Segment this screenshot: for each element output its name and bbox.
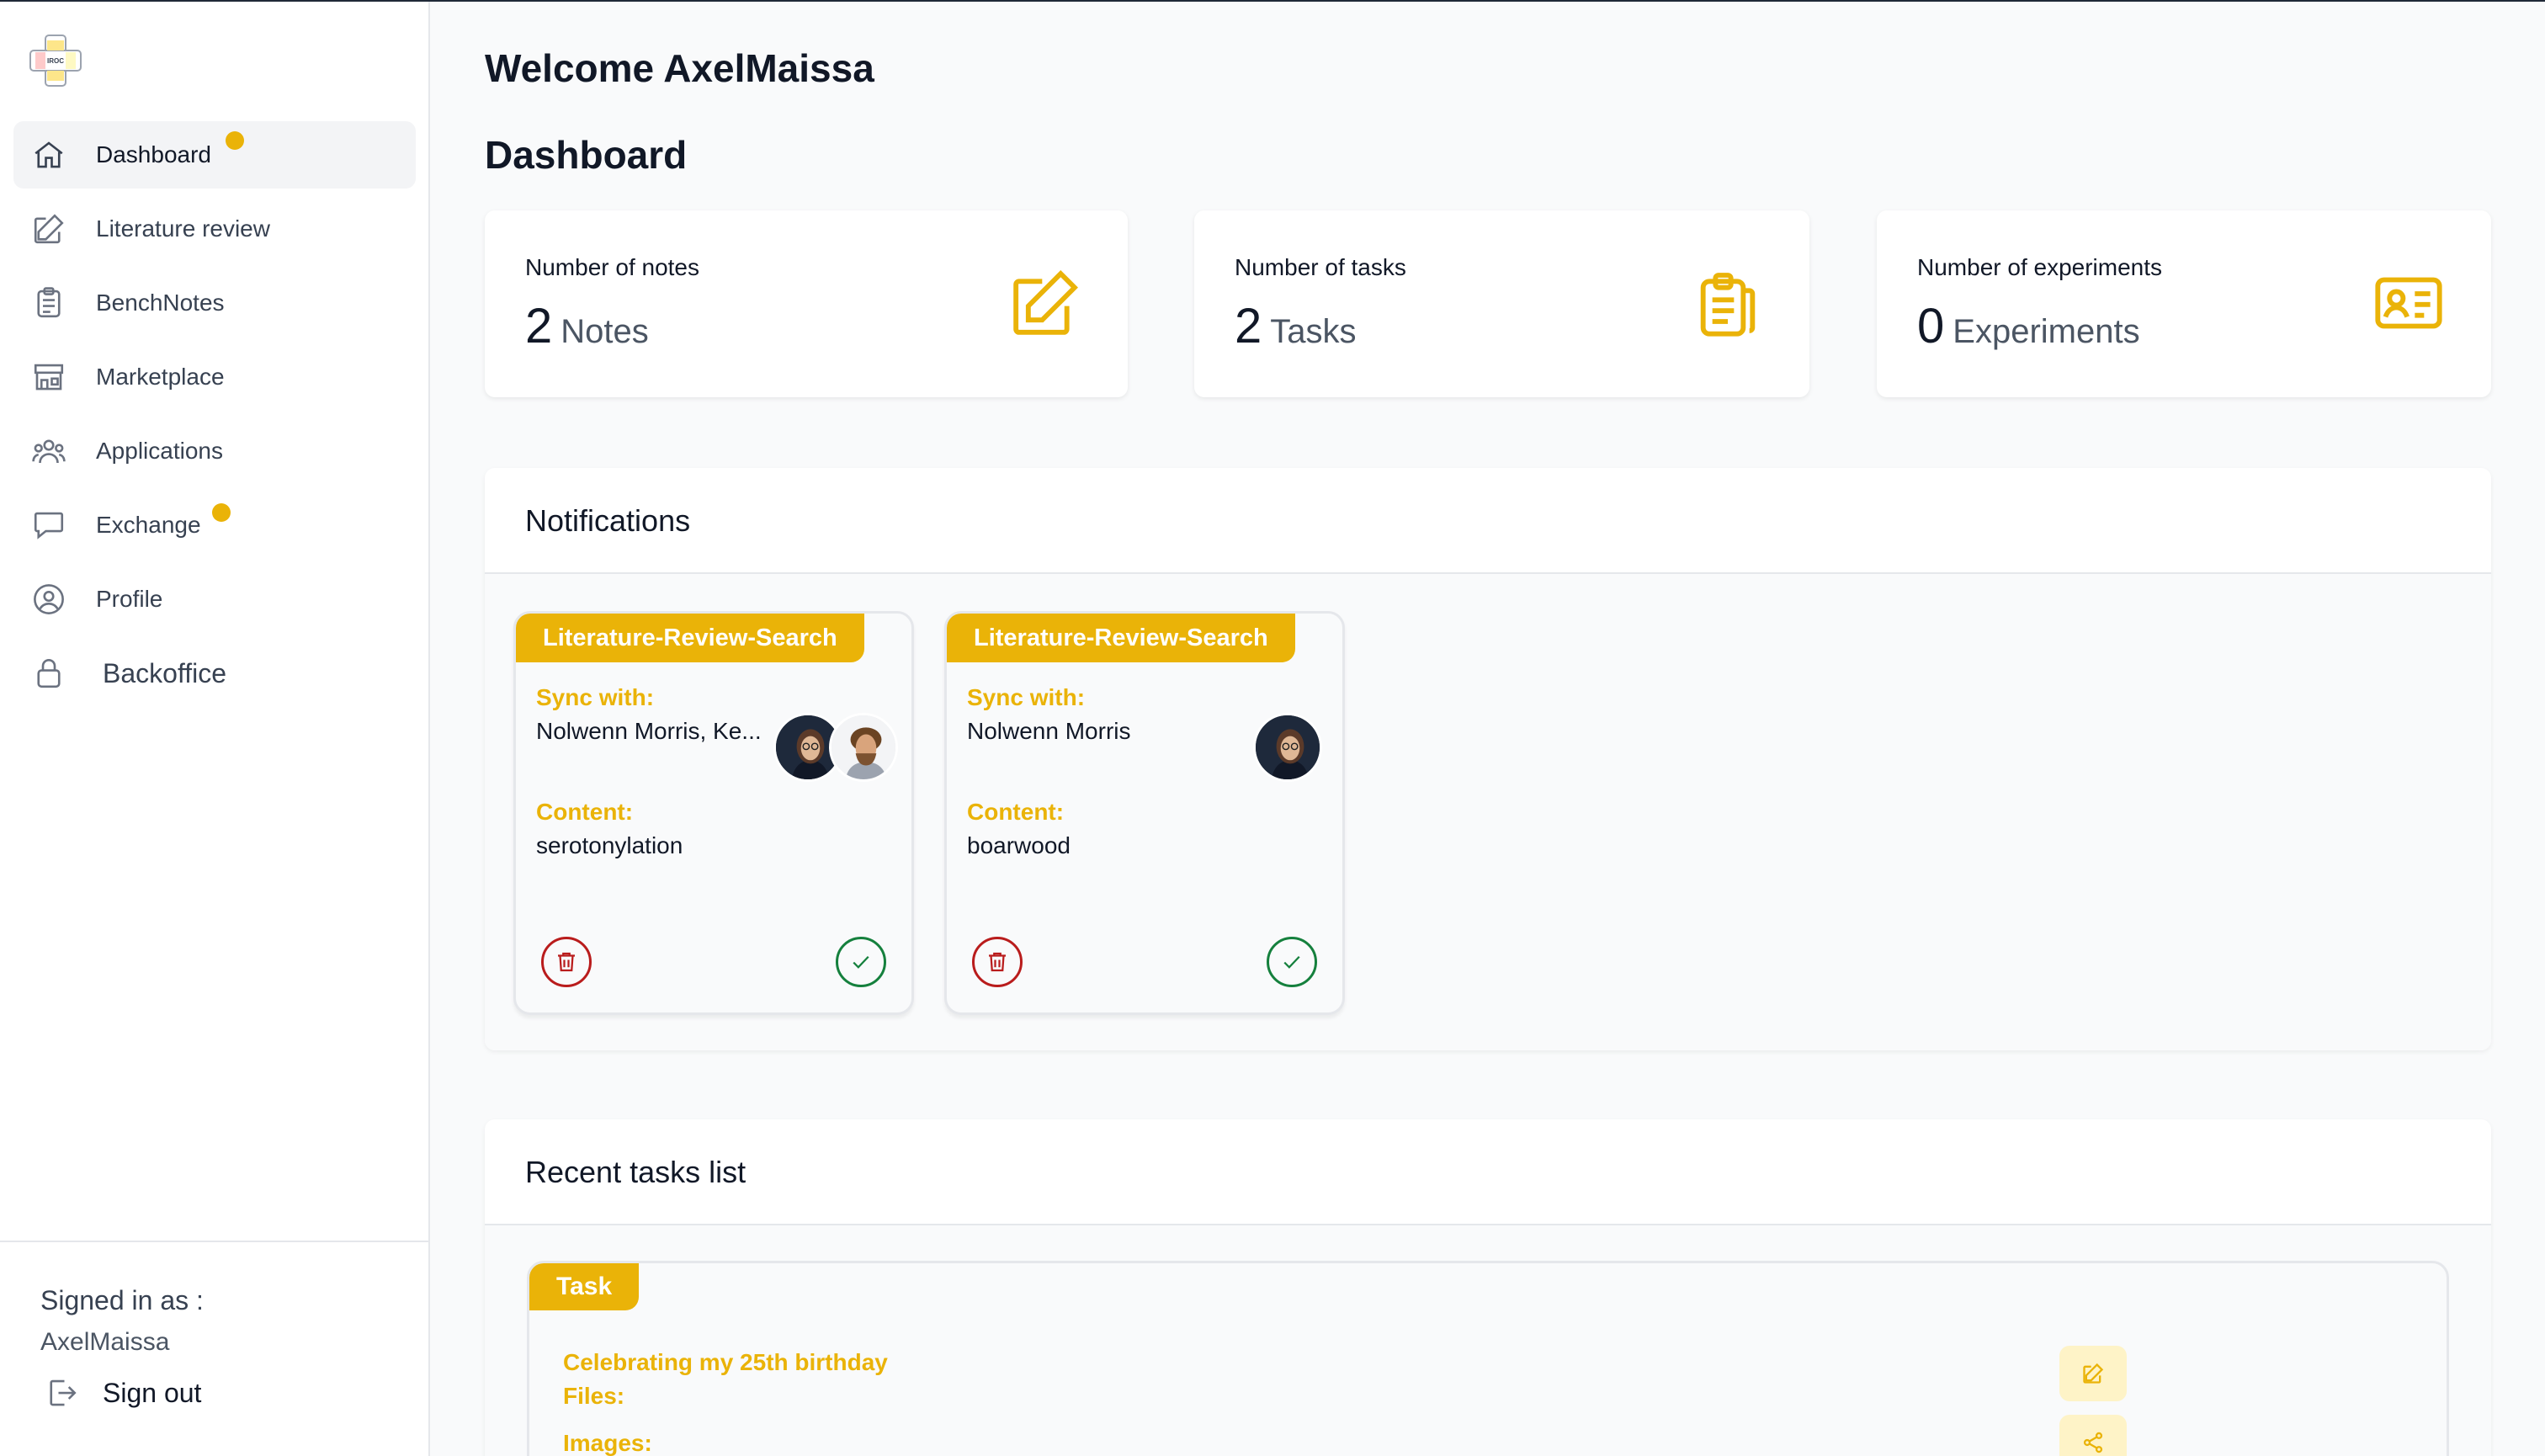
share-icon (2083, 1432, 2103, 1453)
notification-dot (226, 131, 244, 150)
signed-in-label: Signed in as : (40, 1285, 204, 1315)
stat-card-experiments[interactable]: Number of experiments 0 Experiments (1877, 210, 2491, 397)
task-tag: Task (529, 1263, 640, 1310)
id-card-icon (2372, 266, 2447, 342)
panel-title: Recent tasks list (525, 1155, 746, 1189)
avatar[interactable] (1253, 713, 1322, 782)
sidebar-item-label: Applications (96, 438, 223, 464)
sign-out-label: Sign out (103, 1377, 202, 1408)
sidebar-item-profile[interactable]: Profile (13, 566, 416, 633)
task-name: Celebrating my 25th birthday (563, 1349, 888, 1375)
sidebar-item-benchnotes[interactable]: BenchNotes (13, 269, 416, 337)
sync-label: Sync with: (536, 684, 655, 710)
user-circle-icon (30, 581, 67, 618)
sidebar-item-exchange[interactable]: Exchange (13, 492, 416, 559)
avatar[interactable] (829, 713, 898, 782)
sidebar-divider (0, 1241, 430, 1242)
notification-tag: Literature-Review-Search (947, 614, 1295, 662)
svg-text:IROC: IROC (47, 57, 64, 65)
sidebar-item-label: Profile (96, 586, 163, 612)
stat-number: 0 (1917, 299, 1945, 353)
edit-icon (2083, 1363, 2104, 1384)
notification-card: Literature-Review-Search Sync with: Nolw… (944, 611, 1345, 1015)
welcome-heading: Welcome AxelMaissa (485, 46, 874, 90)
notification-tag: Literature-Review-Search (516, 614, 864, 662)
trash-icon (989, 952, 1006, 972)
accept-button[interactable] (1267, 937, 1317, 987)
check-icon (853, 955, 869, 969)
content-value: serotonylation (536, 832, 683, 858)
edit-task-button[interactable] (2059, 1346, 2127, 1401)
sidebar-item-marketplace[interactable]: Marketplace (13, 343, 416, 411)
delete-button[interactable] (972, 937, 1023, 987)
content-value: boarwood (967, 832, 1071, 858)
users-group-icon (30, 433, 67, 470)
stat-label: Number of tasks (1235, 254, 1406, 280)
check-icon (1283, 955, 1300, 969)
trash-icon (558, 952, 575, 972)
app-logo[interactable]: IROC (29, 34, 82, 88)
stat-unit: Notes (561, 313, 649, 350)
sidebar-item-applications[interactable]: Applications (13, 417, 416, 485)
stat-value: 2 Tasks (1235, 298, 1357, 354)
sidebar-item-label: Exchange (96, 512, 201, 538)
task-card: Task Celebrating my 25th birthday Files:… (527, 1261, 2449, 1456)
accept-button[interactable] (836, 937, 886, 987)
home-icon (30, 136, 67, 173)
stat-unit: Tasks (1270, 313, 1357, 350)
sidebar-item-label: Marketplace (96, 364, 225, 390)
sign-out-button[interactable]: Sign out (44, 1375, 201, 1411)
clipboard-list-icon (1691, 266, 1767, 342)
clipboard-icon (30, 284, 67, 321)
lock-icon (30, 655, 67, 692)
sidebar-item-literature-review[interactable]: Literature review (13, 195, 416, 263)
notification-dot (212, 503, 231, 522)
signed-in-username: AxelMaissa (40, 1328, 170, 1356)
sidebar-item-label: Dashboard (96, 141, 211, 167)
sidebar-nav: Dashboard Literature review BenchNotes M… (13, 121, 416, 714)
sidebar-item-label: Literature review (96, 215, 270, 242)
content-label: Content: (967, 799, 1065, 825)
signed-in-info: Signed in as : AxelMaissa (40, 1285, 204, 1357)
stat-number: 2 (525, 299, 553, 353)
sidebar-item-label: BenchNotes (96, 290, 225, 316)
edit-icon (1008, 266, 1084, 342)
stat-unit: Experiments (1953, 313, 2140, 350)
sync-label: Sync with: (967, 684, 1086, 710)
stat-label: Number of experiments (1917, 254, 2163, 280)
files-label: Files: (563, 1383, 625, 1409)
chat-bubble-icon (30, 507, 67, 544)
sync-value: Nolwenn Morris, Ke... (536, 718, 762, 744)
sidebar: IROC Dashboard Literature review BenchNo… (0, 2, 430, 1456)
stat-number: 2 (1235, 299, 1262, 353)
sidebar-item-label: Backoffice (103, 657, 227, 688)
stat-card-notes[interactable]: Number of notes 2 Notes (485, 210, 1128, 397)
share-task-button[interactable] (2059, 1415, 2127, 1456)
content-label: Content: (536, 799, 634, 825)
sidebar-item-dashboard[interactable]: Dashboard (13, 121, 416, 189)
images-label: Images: (563, 1430, 652, 1456)
sidebar-item-backoffice[interactable]: Backoffice (13, 640, 416, 707)
sign-out-icon (44, 1375, 79, 1411)
sync-value: Nolwenn Morris (967, 718, 1131, 744)
delete-button[interactable] (541, 937, 592, 987)
notification-card: Literature-Review-Search Sync with: Nolw… (513, 611, 914, 1015)
stat-value: 2 Notes (525, 298, 649, 354)
pencil-square-icon (30, 210, 67, 247)
storefront-icon (30, 359, 67, 396)
page-title: Dashboard (485, 133, 688, 177)
stat-card-tasks[interactable]: Number of tasks 2 Tasks (1194, 210, 1809, 397)
stat-label: Number of notes (525, 254, 699, 280)
panel-title: Notifications (525, 503, 691, 538)
stat-value: 0 Experiments (1917, 298, 2140, 354)
